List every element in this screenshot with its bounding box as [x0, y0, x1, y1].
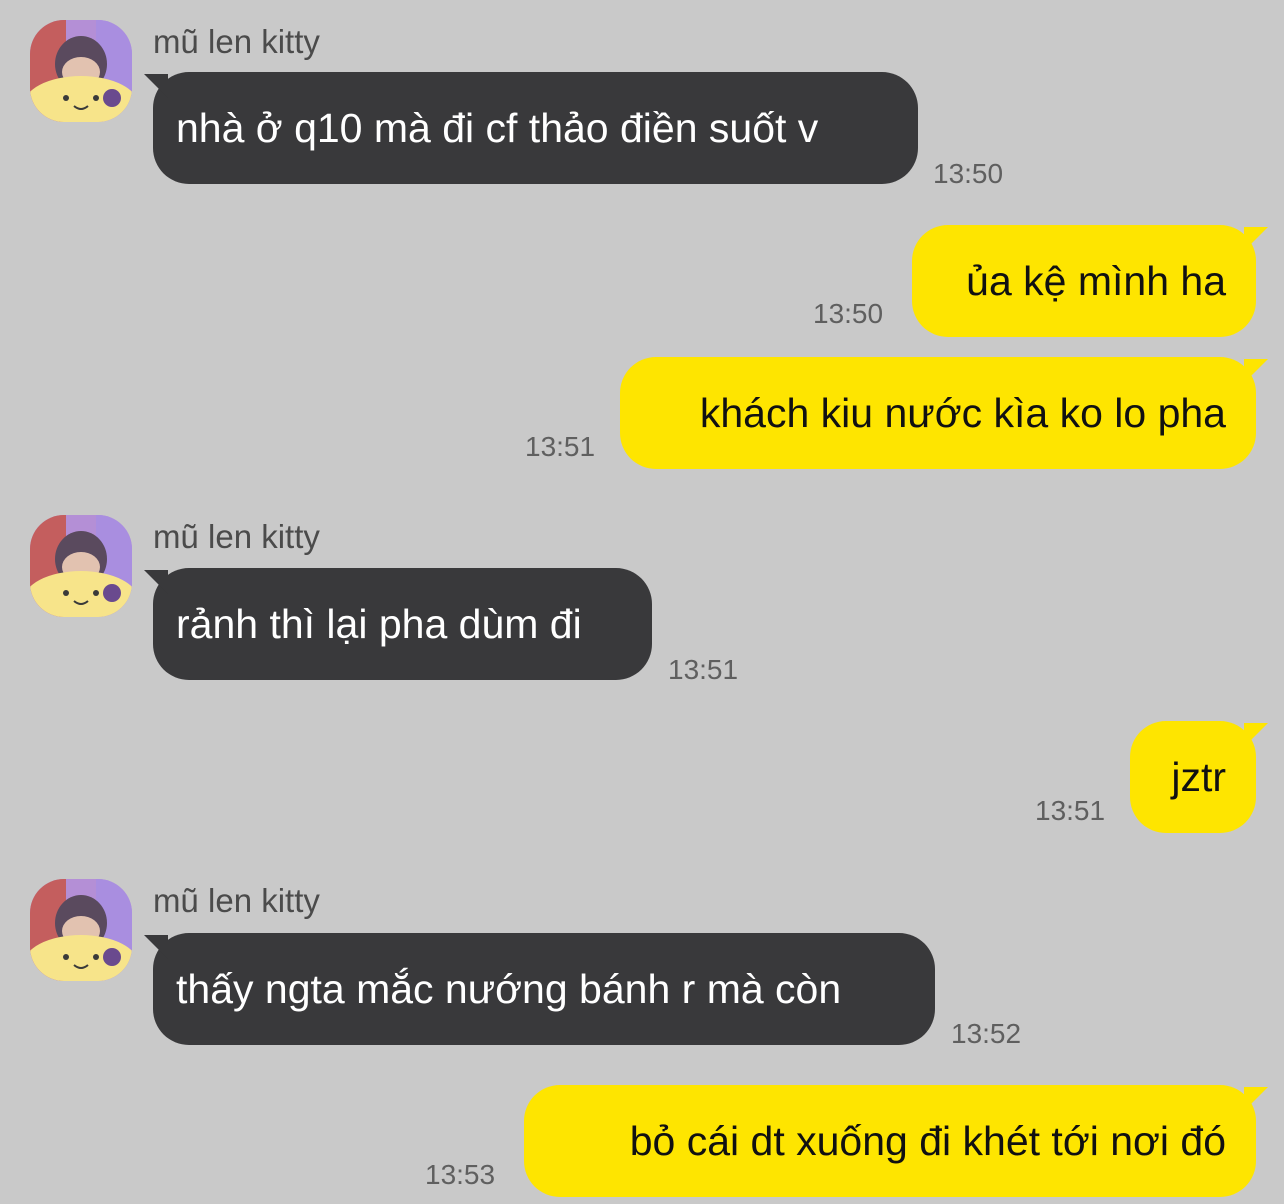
- message-timestamp: 13:51: [1035, 795, 1106, 826]
- incoming-message-bubble[interactable]: thấy ngta mắc nướng bánh r mà còn: [153, 933, 935, 1045]
- sender-name: mũ len kitty: [153, 518, 320, 555]
- avatar-photo-icon: [30, 879, 132, 981]
- message-timestamp: 13:53: [425, 1159, 496, 1190]
- bubble-tail-icon: [1244, 1087, 1268, 1111]
- message-timestamp: 13:52: [951, 1018, 1022, 1049]
- incoming-message-bubble[interactable]: nhà ở q10 mà đi cf thảo điền suốt v: [153, 72, 918, 184]
- bubble-tail-icon: [144, 570, 168, 594]
- message-timestamp: 13:50: [813, 298, 884, 329]
- sender-name: mũ len kitty: [153, 23, 320, 60]
- sender-name: mũ len kitty: [153, 882, 320, 919]
- sender-avatar[interactable]: [30, 20, 132, 122]
- avatar-photo-icon: [30, 20, 132, 122]
- sender-avatar[interactable]: [30, 515, 132, 617]
- bubble-tail-icon: [144, 935, 168, 959]
- outgoing-message-bubble[interactable]: jztr: [1130, 721, 1256, 833]
- message-timestamp: 13:51: [668, 654, 739, 685]
- message-text: bỏ cái dt xuống đi khét tới nơi đó: [629, 1117, 1226, 1164]
- message-text: ủa kệ mình ha: [966, 257, 1226, 304]
- message-text: thấy ngta mắc nướng bánh r mà còn: [176, 965, 842, 1012]
- message-text: rảnh thì lại pha dùm đi: [176, 600, 582, 647]
- avatar-photo-icon: [30, 515, 132, 617]
- message-text: nhà ở q10 mà đi cf thảo điền suốt v: [176, 104, 819, 151]
- sender-avatar[interactable]: [30, 879, 132, 981]
- bubble-tail-icon: [1244, 723, 1268, 747]
- bubble-tail-icon: [1244, 359, 1268, 383]
- outgoing-message-bubble[interactable]: bỏ cái dt xuống đi khét tới nơi đó: [524, 1085, 1256, 1197]
- bubble-tail-icon: [144, 74, 168, 98]
- bubble-tail-icon: [1244, 227, 1268, 251]
- message-timestamp: 13:51: [525, 431, 596, 462]
- message-text: jztr: [1171, 753, 1226, 800]
- message-text: khách kiu nước kìa ko lo pha: [699, 389, 1226, 436]
- outgoing-message-bubble[interactable]: khách kiu nước kìa ko lo pha: [620, 357, 1256, 469]
- message-timestamp: 13:50: [933, 158, 1004, 189]
- incoming-message-bubble[interactable]: rảnh thì lại pha dùm đi: [153, 568, 652, 680]
- outgoing-message-bubble[interactable]: ủa kệ mình ha: [912, 225, 1256, 337]
